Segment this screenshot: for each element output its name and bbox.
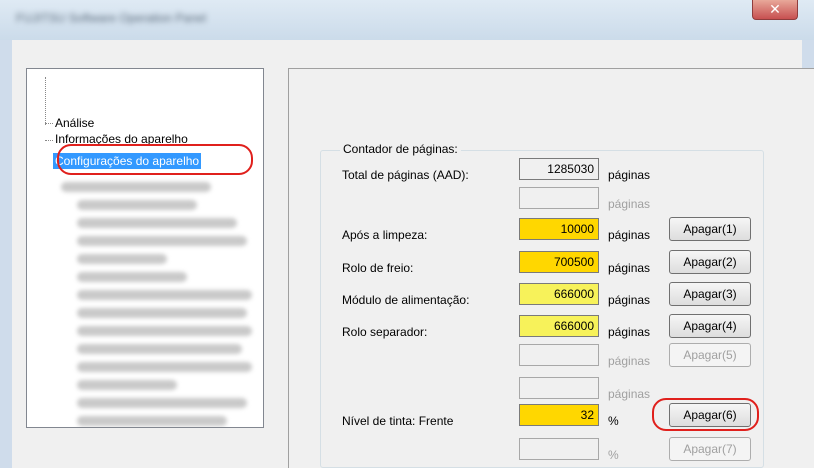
tree-connector xyxy=(45,123,53,124)
tree-connector xyxy=(45,77,46,125)
counter-value-field xyxy=(519,344,599,366)
reset-counter-button[interactable]: Apagar(1) xyxy=(669,217,751,241)
window-title: FUJITSU Software Operation Panel xyxy=(16,11,207,25)
counter-value-field xyxy=(519,187,599,209)
counter-label: Nível de tinta: Frente xyxy=(342,414,454,428)
tree-subitem-blurred[interactable] xyxy=(77,416,227,426)
counter-value-field: 1285030 xyxy=(519,158,599,180)
tree-subitem-blurred[interactable] xyxy=(77,254,167,264)
counter-label: Módulo de alimentação: xyxy=(342,293,470,307)
close-icon: ✕ xyxy=(769,1,781,17)
tree-item-analise[interactable]: Análise xyxy=(55,115,94,131)
tree-subitem-blurred[interactable] xyxy=(77,218,237,228)
counter-unit: páginas xyxy=(608,387,651,401)
tree-subitem-blurred[interactable] xyxy=(77,308,247,318)
counter-unit: páginas xyxy=(608,197,651,211)
tree-subitem-blurred[interactable] xyxy=(77,326,252,336)
tree-item-informacoes[interactable]: Informações do aparelho xyxy=(55,132,188,144)
reset-counter-button[interactable]: Apagar(3) xyxy=(669,282,751,306)
reset-counter-button[interactable]: Apagar(4) xyxy=(669,314,751,338)
reset-counter-button[interactable]: Apagar(2) xyxy=(669,250,751,274)
reset-counter-button[interactable]: Apagar(5) xyxy=(669,343,751,367)
close-button[interactable]: ✕ xyxy=(752,0,798,20)
title-bar: FUJITSU Software Operation Panel ✕ xyxy=(0,0,814,41)
settings-tree[interactable]: Análise Informações do aparelho Configur… xyxy=(26,68,264,428)
counter-label: Após a limpeza: xyxy=(342,228,428,242)
counter-unit: páginas xyxy=(608,354,651,368)
tree-subitem-blurred[interactable] xyxy=(77,344,242,354)
counter-label: Rolo de freio: xyxy=(342,261,414,275)
counter-value-field xyxy=(519,438,599,460)
counter-unit: páginas xyxy=(608,261,651,275)
counter-unit: páginas xyxy=(608,168,651,182)
annotation-ellipse-tree xyxy=(57,144,253,175)
tree-subitem-blurred[interactable] xyxy=(77,200,197,210)
counter-value-field: 700500 xyxy=(519,251,599,273)
tree-subitem-blurred[interactable] xyxy=(77,272,187,282)
tree-subitem-blurred[interactable] xyxy=(77,362,252,372)
counter-label: Rolo separador: xyxy=(342,325,428,339)
reset-counter-button[interactable]: Apagar(7) xyxy=(669,437,751,461)
counter-value-field: 666000 xyxy=(519,283,599,305)
annotation-ellipse-button xyxy=(652,398,759,431)
counter-unit: páginas xyxy=(608,228,651,242)
counter-value-field xyxy=(519,377,599,399)
counter-unit: % xyxy=(608,448,619,462)
tree-subitem-blurred[interactable] xyxy=(77,236,247,246)
counter-label: Total de páginas (AAD): xyxy=(342,168,469,182)
counter-value-field: 32 xyxy=(519,404,599,426)
counter-unit: páginas xyxy=(608,325,651,339)
tree-subitem-blurred[interactable] xyxy=(77,398,247,408)
window-frame-left xyxy=(0,40,12,468)
tree-subitem-blurred[interactable] xyxy=(61,182,211,192)
counter-value-field: 10000 xyxy=(519,218,599,240)
counter-value-field: 666000 xyxy=(519,315,599,337)
tree-subitem-blurred[interactable] xyxy=(77,290,252,300)
group-title: Contador de páginas: xyxy=(340,141,461,157)
tree-connector xyxy=(45,140,53,141)
tree-subitem-blurred[interactable] xyxy=(77,380,177,390)
counter-unit: páginas xyxy=(608,293,651,307)
counter-unit: % xyxy=(608,414,619,428)
